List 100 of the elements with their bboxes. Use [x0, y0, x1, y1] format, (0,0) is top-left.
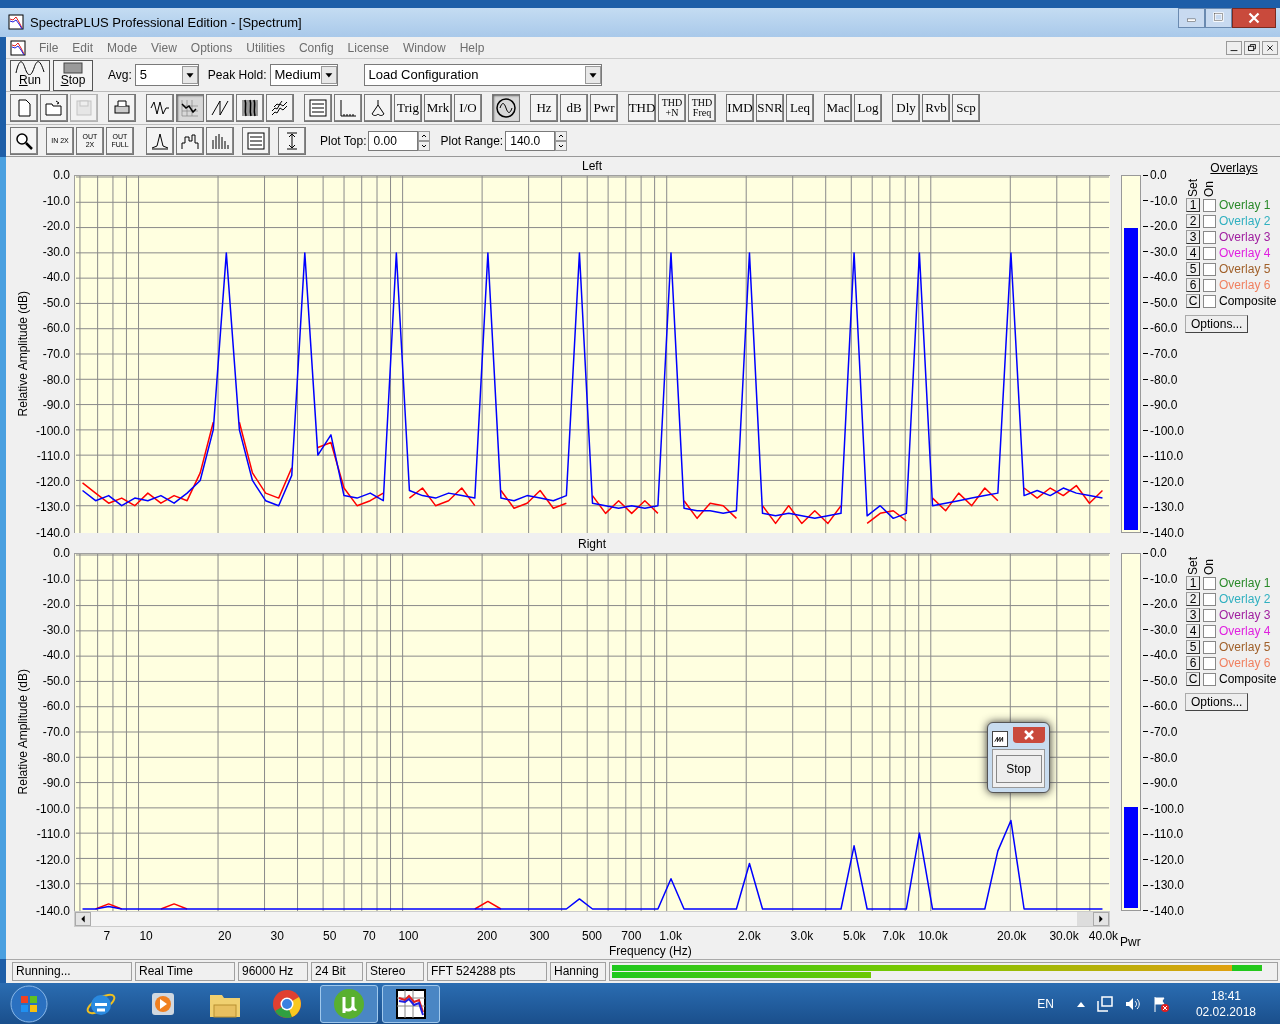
- minimize-icon[interactable]: [1226, 40, 1242, 55]
- toolbar-button[interactable]: Mac: [824, 94, 852, 123]
- toolbar-button[interactable]: Mrk: [424, 94, 452, 123]
- spinner-icon[interactable]: [418, 130, 431, 151]
- overlay-checkbox[interactable]: [1203, 278, 1217, 292]
- toolbar-button[interactable]: Log: [854, 94, 882, 123]
- spectrum-graph-icon: [395, 987, 427, 1020]
- toolbar-button[interactable]: [364, 94, 392, 123]
- scroll-thumb[interactable]: [1077, 912, 1093, 927]
- overlay-set-button[interactable]: 1: [1186, 576, 1201, 591]
- toolbar-button[interactable]: [146, 94, 174, 123]
- menu-item[interactable]: Edit: [65, 38, 101, 57]
- start-orb-icon[interactable]: [10, 984, 48, 1023]
- menu-item[interactable]: Config: [291, 38, 341, 57]
- overlay-checkbox[interactable]: [1203, 624, 1217, 638]
- avg-select[interactable]: 5: [134, 64, 199, 87]
- overlay-set-button[interactable]: C: [1186, 294, 1201, 309]
- configuration-select[interactable]: Load Configuration: [363, 64, 602, 87]
- menu-item[interactable]: Mode: [100, 38, 145, 57]
- overlay-checkbox[interactable]: [1203, 576, 1217, 590]
- menu-item[interactable]: Window: [395, 38, 453, 57]
- menu-item[interactable]: License: [340, 38, 396, 57]
- toolbar-button[interactable]: [492, 94, 520, 123]
- overlay-set-button[interactable]: 1: [1186, 198, 1201, 213]
- overlay-set-button[interactable]: 5: [1186, 640, 1201, 655]
- toolbar-button[interactable]: [10, 126, 38, 155]
- toolbar-button[interactable]: [206, 94, 234, 123]
- meter-tick-label: -30.0: [1150, 622, 1178, 637]
- maximize-icon[interactable]: [1205, 7, 1232, 28]
- overlay-checkbox[interactable]: [1203, 672, 1217, 686]
- toolbar-button[interactable]: [266, 94, 294, 123]
- toolbar-button[interactable]: Leq: [786, 94, 814, 123]
- toolbar-button[interactable]: Pwr: [590, 94, 618, 123]
- menu-item[interactable]: Utilities: [239, 38, 292, 57]
- toolbar-button[interactable]: THD +N: [658, 94, 686, 123]
- toolbar-button[interactable]: Dly: [892, 94, 920, 123]
- menu-item[interactable]: File: [32, 38, 66, 57]
- overlay-checkbox[interactable]: [1203, 640, 1217, 654]
- peak-hold-select[interactable]: Medium: [269, 64, 338, 87]
- toolbar-button[interactable]: Scp: [952, 94, 980, 123]
- menu-item[interactable]: View: [144, 38, 184, 57]
- options-button[interactable]: Options...: [1185, 693, 1249, 712]
- stop-button[interactable]: Stop: [53, 59, 93, 91]
- menu-item[interactable]: Options: [183, 38, 240, 57]
- flag-error-icon[interactable]: [1151, 994, 1170, 1013]
- graph-icon: [180, 98, 200, 119]
- toolbar-button[interactable]: I/O: [454, 94, 482, 123]
- toolbar-button[interactable]: [236, 94, 264, 123]
- taskbar-button[interactable]: [382, 984, 440, 1023]
- toolbar-button[interactable]: THD: [628, 94, 656, 123]
- overlay-set-button[interactable]: 6: [1186, 278, 1201, 293]
- scroll-right-icon[interactable]: [1093, 912, 1109, 927]
- on-header: On: [1202, 558, 1217, 576]
- spinner-icon[interactable]: [555, 130, 568, 151]
- toolbar-button[interactable]: Hz: [530, 94, 558, 123]
- overlay-set-button[interactable]: 6: [1186, 656, 1201, 671]
- close-icon[interactable]: [1232, 7, 1276, 28]
- network-icon[interactable]: [1095, 994, 1114, 1013]
- overlay-set-button[interactable]: 5: [1186, 262, 1201, 277]
- toolbar-button[interactable]: dB: [560, 94, 588, 123]
- overlay-checkbox[interactable]: [1203, 592, 1217, 606]
- overlay-set-button[interactable]: 3: [1186, 230, 1201, 245]
- plot-range-field[interactable]: 140.0: [505, 130, 556, 151]
- clock-time[interactable]: 18:41: [1210, 987, 1241, 1004]
- run-button[interactable]: Run: [10, 59, 50, 91]
- overlay-checkbox[interactable]: [1203, 214, 1217, 228]
- overlay-checkbox[interactable]: [1203, 262, 1217, 276]
- toolbar-button[interactable]: SNR: [756, 94, 784, 123]
- toolbar-button[interactable]: [146, 126, 174, 155]
- options-button[interactable]: Options...: [1185, 315, 1249, 334]
- overlay-set-button[interactable]: 2: [1186, 592, 1201, 607]
- overlay-set-button[interactable]: 2: [1186, 214, 1201, 229]
- clock-date[interactable]: 02.02.2018: [1195, 1003, 1256, 1020]
- toolbar-button[interactable]: IMD: [726, 94, 754, 123]
- restore-icon[interactable]: [1244, 40, 1260, 55]
- language-indicator[interactable]: EN: [1037, 994, 1054, 1013]
- overlay-set-button[interactable]: 4: [1186, 624, 1201, 639]
- x-tick-label: 20: [218, 929, 232, 944]
- horizontal-scrollbar[interactable]: [74, 911, 1110, 928]
- overlay-checkbox[interactable]: [1203, 294, 1217, 308]
- stop-button[interactable]: Stop: [995, 754, 1042, 783]
- toolbar-button[interactable]: [176, 94, 204, 123]
- scroll-left-icon[interactable]: [75, 912, 91, 927]
- toolbar-button[interactable]: Trig: [394, 94, 422, 123]
- overlay-checkbox[interactable]: [1203, 230, 1217, 244]
- overlay-set-button[interactable]: 3: [1186, 608, 1201, 623]
- toolbar-button[interactable]: Rvb: [922, 94, 950, 123]
- plot-top-label: Plot Top:: [320, 132, 367, 150]
- overlay-set-button[interactable]: 4: [1186, 246, 1201, 261]
- overlay-set-button[interactable]: C: [1186, 672, 1201, 687]
- toolbar-button[interactable]: THD Freq: [688, 94, 716, 123]
- plot-top-field[interactable]: 0.00: [368, 130, 419, 151]
- close-icon[interactable]: [1262, 40, 1278, 55]
- overlay-checkbox[interactable]: [1203, 608, 1217, 622]
- menu-item[interactable]: Help: [452, 38, 492, 57]
- overlay-checkbox[interactable]: [1203, 246, 1217, 260]
- overlay-checkbox[interactable]: [1203, 198, 1217, 212]
- meter-tick-label: -140.0: [1150, 903, 1185, 918]
- minimize-icon[interactable]: [1178, 7, 1205, 28]
- overlay-checkbox[interactable]: [1203, 656, 1217, 670]
